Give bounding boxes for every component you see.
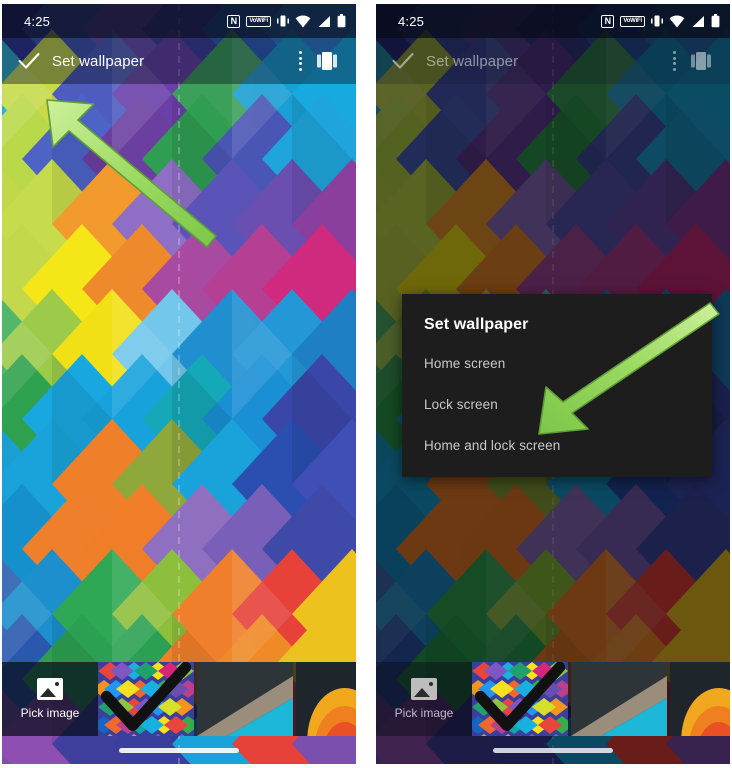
nfc-icon: N xyxy=(227,14,241,28)
cellular-signal-icon xyxy=(318,15,330,27)
dialog-option-home-screen[interactable]: Home screen xyxy=(402,356,712,371)
dialog-option-home-and-lock-screen[interactable]: Home and lock screen xyxy=(402,438,712,453)
status-icons: N VoWiFi xyxy=(227,14,346,28)
dialog-title: Set wallpaper xyxy=(424,316,529,333)
image-icon xyxy=(37,678,63,700)
diagonal-wallpaper-thumb[interactable] xyxy=(197,662,293,736)
battery-icon xyxy=(711,14,720,28)
wifi-icon xyxy=(295,15,311,27)
check-icon xyxy=(474,662,566,731)
phone-screenshot-left: 4:25 N VoWiFi Set wallpaper Pick image xyxy=(2,4,356,764)
screenshot-stage: 4:25 N VoWiFi Set wallpaper Pick image 4… xyxy=(0,0,732,768)
wallpaper-picker-bar: Pick image xyxy=(376,662,730,736)
diagonal-thumb-art xyxy=(197,662,293,736)
gesture-navigation-bar xyxy=(2,736,356,764)
sunset-thumb-art xyxy=(296,662,356,736)
overflow-menu-icon[interactable] xyxy=(672,51,676,71)
app-toolbar: Set wallpaper xyxy=(376,38,730,84)
vibrate-icon xyxy=(277,15,289,27)
status-icons: N VoWiFi xyxy=(601,14,720,28)
toolbar-title: Set wallpaper xyxy=(52,52,145,70)
wallpaper-preview-icon[interactable] xyxy=(316,50,338,72)
status-time: 4:25 xyxy=(398,13,425,29)
overflow-menu-icon[interactable] xyxy=(298,51,302,71)
app-toolbar: Set wallpaper xyxy=(2,38,356,84)
sunset-wallpaper-thumb[interactable] xyxy=(296,662,356,736)
nfc-icon: N xyxy=(601,14,615,28)
home-gesture-pill[interactable] xyxy=(119,747,239,753)
geometric-diamond-wallpaper xyxy=(2,4,356,764)
pick-image-label: Pick image xyxy=(20,706,80,720)
wallpaper-thumbnail-strip[interactable] xyxy=(472,662,730,736)
wallpaper-thumbnail-strip[interactable] xyxy=(98,662,356,736)
wallpaper-preview[interactable] xyxy=(2,4,356,764)
status-bar: 4:25 N VoWiFi xyxy=(2,4,356,38)
set-wallpaper-dialog: Set wallpaper Home screen Lock screen Ho… xyxy=(402,294,712,477)
pick-image-label: Pick image xyxy=(394,706,454,720)
sunset-wallpaper-thumb[interactable] xyxy=(670,662,730,736)
toolbar-title: Set wallpaper xyxy=(426,52,519,70)
check-icon[interactable] xyxy=(392,52,414,70)
geometric-wallpaper-thumb[interactable] xyxy=(98,662,194,736)
phone-screenshot-right: 4:25 N VoWiFi Set wallpaper Pick image S… xyxy=(376,4,730,764)
dialog-option-lock-screen[interactable]: Lock screen xyxy=(402,397,712,412)
status-time: 4:25 xyxy=(24,13,51,29)
wallpaper-preview-icon[interactable] xyxy=(690,50,712,72)
wallpaper-picker-bar: Pick image xyxy=(2,662,356,736)
battery-icon xyxy=(337,14,346,28)
diagonal-thumb-art xyxy=(571,662,667,736)
check-icon[interactable] xyxy=(18,52,40,70)
sunset-thumb-art xyxy=(670,662,730,736)
vibrate-icon xyxy=(651,15,663,27)
pick-image-button[interactable]: Pick image xyxy=(376,662,472,736)
status-bar: 4:25 N VoWiFi xyxy=(376,4,730,38)
pick-image-button[interactable]: Pick image xyxy=(2,662,98,736)
wifi-icon xyxy=(669,15,685,27)
toolbar-actions xyxy=(298,50,348,72)
check-icon xyxy=(100,662,192,731)
geometric-wallpaper-thumb[interactable] xyxy=(472,662,568,736)
gesture-navigation-bar xyxy=(376,736,730,764)
home-gesture-pill[interactable] xyxy=(493,747,613,753)
cellular-signal-icon xyxy=(692,15,704,27)
image-icon xyxy=(411,678,437,700)
toolbar-actions xyxy=(672,50,722,72)
vowifi-icon: VoWiFi xyxy=(620,15,645,27)
vowifi-icon: VoWiFi xyxy=(246,15,271,27)
diagonal-wallpaper-thumb[interactable] xyxy=(571,662,667,736)
